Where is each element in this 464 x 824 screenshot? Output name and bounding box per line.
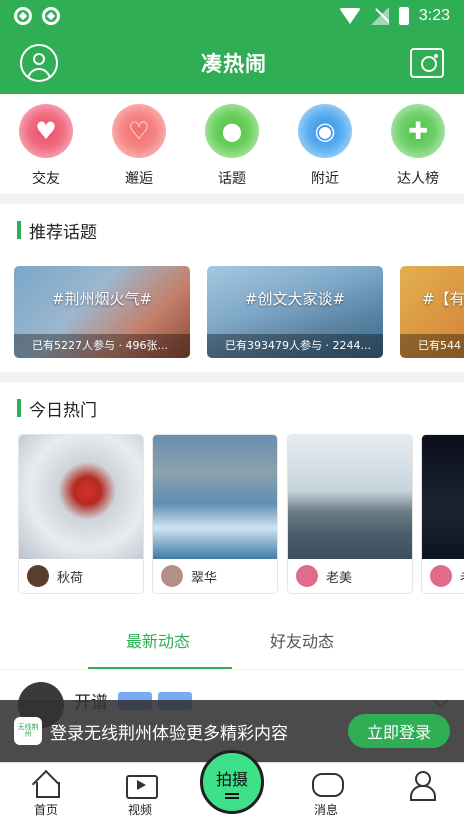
hot-image bbox=[422, 435, 464, 559]
divider bbox=[0, 372, 464, 382]
section-header-recommended: 推荐话题 bbox=[0, 204, 464, 256]
avatar bbox=[27, 565, 49, 587]
topic-meta: 已有5227人参与 · 496张... bbox=[14, 334, 190, 358]
section-accent-bar bbox=[17, 221, 21, 239]
hot-author: 老美 bbox=[288, 559, 412, 593]
author-name: 老美 bbox=[326, 570, 353, 586]
avatar bbox=[161, 565, 183, 587]
topic-card[interactable]: #创文大家谈# 已有393479人参与 · 2244... bbox=[207, 266, 383, 358]
nav-label: 视频 bbox=[127, 803, 152, 817]
shoot-label: 拍摄 bbox=[215, 769, 248, 789]
menu-lines-icon bbox=[225, 792, 239, 799]
target-person-icon: ✚ bbox=[391, 104, 445, 158]
topic-title: #创文大家谈# bbox=[244, 290, 346, 308]
nav-label: 首页 bbox=[33, 803, 58, 817]
topic-meta: 已有393479人参与 · 2244... bbox=[207, 334, 383, 358]
hot-carousel[interactable]: 秋荷 翠华 老美 老 bbox=[0, 434, 464, 602]
app-screen: 3:23 凑热闹 ♥ 交友 ♡ 邂逅 ● 话题 ◉ 附近 ✚ 达人榜 推荐话题 … bbox=[0, 0, 464, 824]
avatar bbox=[296, 565, 318, 587]
category-label: 附近 bbox=[311, 171, 339, 187]
hot-image bbox=[19, 435, 143, 559]
hot-author: 翠华 bbox=[153, 559, 277, 593]
category-label: 邂逅 bbox=[125, 171, 153, 187]
wifi-icon bbox=[338, 8, 361, 24]
hot-image bbox=[288, 435, 412, 559]
category-topics[interactable]: ● 话题 bbox=[196, 104, 268, 194]
topic-title: #【有 bbox=[422, 290, 464, 308]
hot-card[interactable]: 老美 bbox=[287, 434, 413, 594]
login-button[interactable]: 立即登录 bbox=[348, 714, 450, 748]
category-label: 交友 bbox=[32, 171, 60, 187]
heart-icon: ♥ bbox=[19, 104, 73, 158]
hot-author: 老 bbox=[422, 559, 464, 593]
camera-icon[interactable] bbox=[410, 48, 444, 78]
nav-message[interactable]: 消息 bbox=[296, 771, 356, 818]
author-name: 翠华 bbox=[191, 570, 218, 586]
section-accent-bar bbox=[17, 399, 21, 417]
video-icon bbox=[126, 771, 158, 799]
nav-video[interactable]: 视频 bbox=[110, 771, 170, 818]
topic-card[interactable]: #【有 已有544 bbox=[400, 266, 464, 358]
hot-image bbox=[153, 435, 277, 559]
topic-title: #荆州烟火气# bbox=[51, 290, 153, 308]
profile-icon[interactable] bbox=[20, 44, 58, 82]
app-logo: 无线荆州 bbox=[14, 717, 42, 745]
category-encounter[interactable]: ♡ 邂逅 bbox=[103, 104, 175, 194]
chat-bubble-icon bbox=[312, 771, 344, 797]
home-icon bbox=[32, 771, 60, 798]
category-row: ♥ 交友 ♡ 邂逅 ● 话题 ◉ 附近 ✚ 达人榜 bbox=[0, 94, 464, 194]
category-dating[interactable]: ♥ 交友 bbox=[10, 104, 82, 194]
app-notification-icon bbox=[42, 7, 60, 25]
top-header: 凑热闹 bbox=[0, 32, 464, 94]
tab-latest[interactable]: 最新动态 bbox=[126, 628, 190, 652]
avatar bbox=[430, 565, 452, 587]
nav-me[interactable] bbox=[392, 771, 452, 801]
status-bar: 3:23 bbox=[0, 0, 464, 32]
hot-card[interactable]: 老 bbox=[421, 434, 464, 594]
category-label: 话题 bbox=[218, 171, 246, 187]
topic-carousel[interactable]: #荆州烟火气# 已有5227人参与 · 496张... #创文大家谈# 已有39… bbox=[0, 256, 464, 358]
battery-icon bbox=[398, 7, 409, 25]
hot-card[interactable]: 秋荷 bbox=[18, 434, 144, 594]
hands-heart-icon: ♡ bbox=[112, 104, 166, 158]
hot-author: 秋荷 bbox=[19, 559, 143, 593]
category-nearby[interactable]: ◉ 附近 bbox=[289, 104, 361, 194]
shoot-button[interactable]: 拍摄 bbox=[200, 750, 264, 814]
page-title: 凑热闹 bbox=[201, 52, 267, 76]
divider bbox=[0, 194, 464, 204]
category-ranking[interactable]: ✚ 达人榜 bbox=[382, 104, 454, 194]
tab-friends[interactable]: 好友动态 bbox=[270, 628, 334, 652]
hot-card[interactable]: 翠华 bbox=[152, 434, 278, 594]
nav-home[interactable]: 首页 bbox=[16, 771, 76, 818]
feed-tabs: 最新动态 好友动态 bbox=[0, 606, 464, 670]
no-signal-icon bbox=[370, 7, 389, 25]
topic-meta: 已有544 bbox=[400, 334, 464, 358]
location-pin-icon: ◉ bbox=[298, 104, 352, 158]
section-header-today-hot: 今日热门 bbox=[0, 382, 464, 434]
user-icon bbox=[408, 771, 436, 801]
app-notification-icon bbox=[14, 7, 32, 25]
section-title: 今日热门 bbox=[29, 400, 97, 421]
author-name: 老 bbox=[460, 567, 464, 586]
clock: 3:23 bbox=[418, 7, 450, 24]
planet-icon: ● bbox=[205, 104, 259, 158]
topic-card[interactable]: #荆州烟火气# 已有5227人参与 · 496张... bbox=[14, 266, 190, 358]
category-label: 达人榜 bbox=[397, 171, 439, 187]
section-title: 推荐话题 bbox=[29, 222, 97, 243]
author-name: 秋荷 bbox=[57, 570, 84, 586]
login-banner-text: 登录无线荆州体验更多精彩内容 bbox=[50, 723, 288, 744]
nav-label: 消息 bbox=[313, 803, 338, 817]
